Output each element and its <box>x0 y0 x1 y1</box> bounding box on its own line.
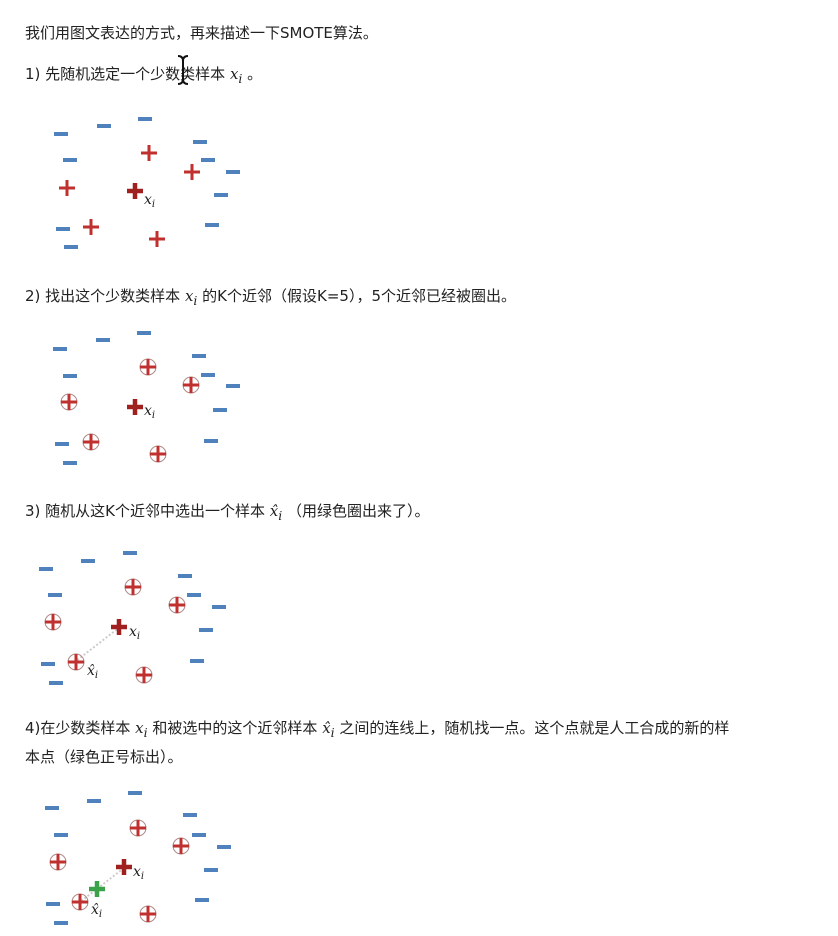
minus-sign <box>213 408 227 412</box>
step2-prefix: 2) 找出这个少数类样本 <box>25 287 185 305</box>
figure-step2: xi <box>53 331 240 465</box>
neighbor-circles <box>44 578 186 684</box>
xhat-label: x̂i <box>87 663 98 681</box>
minus-sign <box>192 833 206 837</box>
plus-sign <box>184 164 200 180</box>
selected-sample-xi <box>127 399 143 415</box>
step4-part-c: 之间的连线上，随机找一点。这个点就是人工合成的新的样 <box>334 719 730 737</box>
step3-var: x̂i <box>269 502 283 523</box>
minus-sign <box>46 902 60 906</box>
minus-sign <box>201 158 215 162</box>
figure-step3: xi x̂i <box>39 551 226 685</box>
minus-sign <box>55 442 69 446</box>
minus-sign <box>54 833 68 837</box>
xi-label: xi <box>144 192 155 210</box>
xi-label: xi <box>129 624 140 642</box>
minus-sign <box>205 223 219 227</box>
step2-suffix: 的K个近邻（假设K=5），5个近邻已经被圈出。 <box>197 287 517 305</box>
figure-step4: xi x̂i <box>45 791 231 925</box>
minus-sign <box>97 124 111 128</box>
minus-sign <box>54 132 68 136</box>
step4-part-b: 和被选中的这个近邻样本 <box>147 719 323 737</box>
step1-prefix: 1) 先随机选定一个少数类样本 <box>25 65 230 83</box>
synthetic-sample-plus <box>89 881 105 897</box>
minus-sign <box>56 227 70 231</box>
minus-sign <box>63 461 77 465</box>
step4-text-line1: 4)在少数类样本 xi 和被选中的这个近邻样本 x̂i 之间的连线上，随机找一点… <box>25 717 729 744</box>
minus-sign <box>212 605 226 609</box>
minus-sign <box>123 551 137 555</box>
minus-sign <box>226 170 240 174</box>
majority-samples <box>39 551 226 685</box>
xi-label: xi <box>144 403 155 421</box>
xhat-label: x̂i <box>91 902 102 920</box>
minus-sign <box>137 331 151 335</box>
intro-text: 我们用图文表达的方式，再来描述一下SMOTE算法。 <box>25 24 378 42</box>
minus-sign <box>204 868 218 872</box>
minus-sign <box>49 681 63 685</box>
minus-sign <box>183 813 197 817</box>
step3-suffix: （用绿色圈出来了）。 <box>282 502 430 520</box>
minus-sign <box>54 921 68 925</box>
minority-samples <box>59 145 200 247</box>
text-cursor-icon <box>177 55 189 85</box>
minus-sign <box>48 593 62 597</box>
step1-suffix: 。 <box>242 65 263 83</box>
connecting-line <box>75 626 121 662</box>
minus-sign <box>214 193 228 197</box>
majority-samples <box>54 117 240 249</box>
minus-sign <box>41 662 55 666</box>
minus-sign <box>201 373 215 377</box>
minus-sign <box>39 567 53 571</box>
minus-sign <box>199 628 213 632</box>
step4-part-a: 4)在少数类样本 <box>25 719 136 737</box>
minus-sign <box>217 845 231 849</box>
figure-step1: xi <box>54 117 240 249</box>
minus-sign <box>192 354 206 358</box>
step4-var1: xi <box>135 719 148 740</box>
minus-sign <box>96 338 110 342</box>
minus-sign <box>81 559 95 563</box>
plus-sign <box>59 180 75 196</box>
minus-sign <box>178 574 192 578</box>
step2-var: xi <box>184 287 198 308</box>
selected-sample-xi <box>116 859 132 875</box>
minus-sign <box>204 439 218 443</box>
minus-sign <box>64 245 78 249</box>
minority-samples <box>45 579 185 683</box>
xi-label: xi <box>133 864 144 882</box>
minus-sign <box>87 799 101 803</box>
plus-sign <box>83 219 99 235</box>
minus-sign <box>53 347 67 351</box>
majority-samples <box>53 331 240 465</box>
minority-samples <box>61 359 199 462</box>
selected-sample-xi <box>127 183 143 199</box>
plus-sign <box>149 231 165 247</box>
step4-text-line2: 本点（绿色正号标出）。 <box>25 748 183 766</box>
minus-sign <box>193 140 207 144</box>
minus-sign <box>195 898 209 902</box>
step3-prefix: 3) 随机从这K个近邻中选出一个样本 <box>25 502 270 520</box>
step2-text: 2) 找出这个少数类样本 xi 的K个近邻（假设K=5），5个近邻已经被圈出。 <box>25 285 516 312</box>
plus-sign <box>141 145 157 161</box>
minus-sign <box>187 593 201 597</box>
step4-var2: x̂i <box>322 719 335 740</box>
minus-sign <box>128 791 142 795</box>
minus-sign <box>138 117 152 121</box>
step1-var: xi <box>229 65 243 86</box>
neighbor-circles <box>60 358 200 463</box>
minus-sign <box>190 659 204 663</box>
step1-text: 1) 先随机选定一个少数类样本 xi 。 <box>25 63 262 90</box>
minus-sign <box>63 158 77 162</box>
minus-sign <box>226 384 240 388</box>
step3-text: 3) 随机从这K个近邻中选出一个样本 x̂i （用绿色圈出来了）。 <box>25 500 430 527</box>
minus-sign <box>45 806 59 810</box>
minus-sign <box>63 374 77 378</box>
